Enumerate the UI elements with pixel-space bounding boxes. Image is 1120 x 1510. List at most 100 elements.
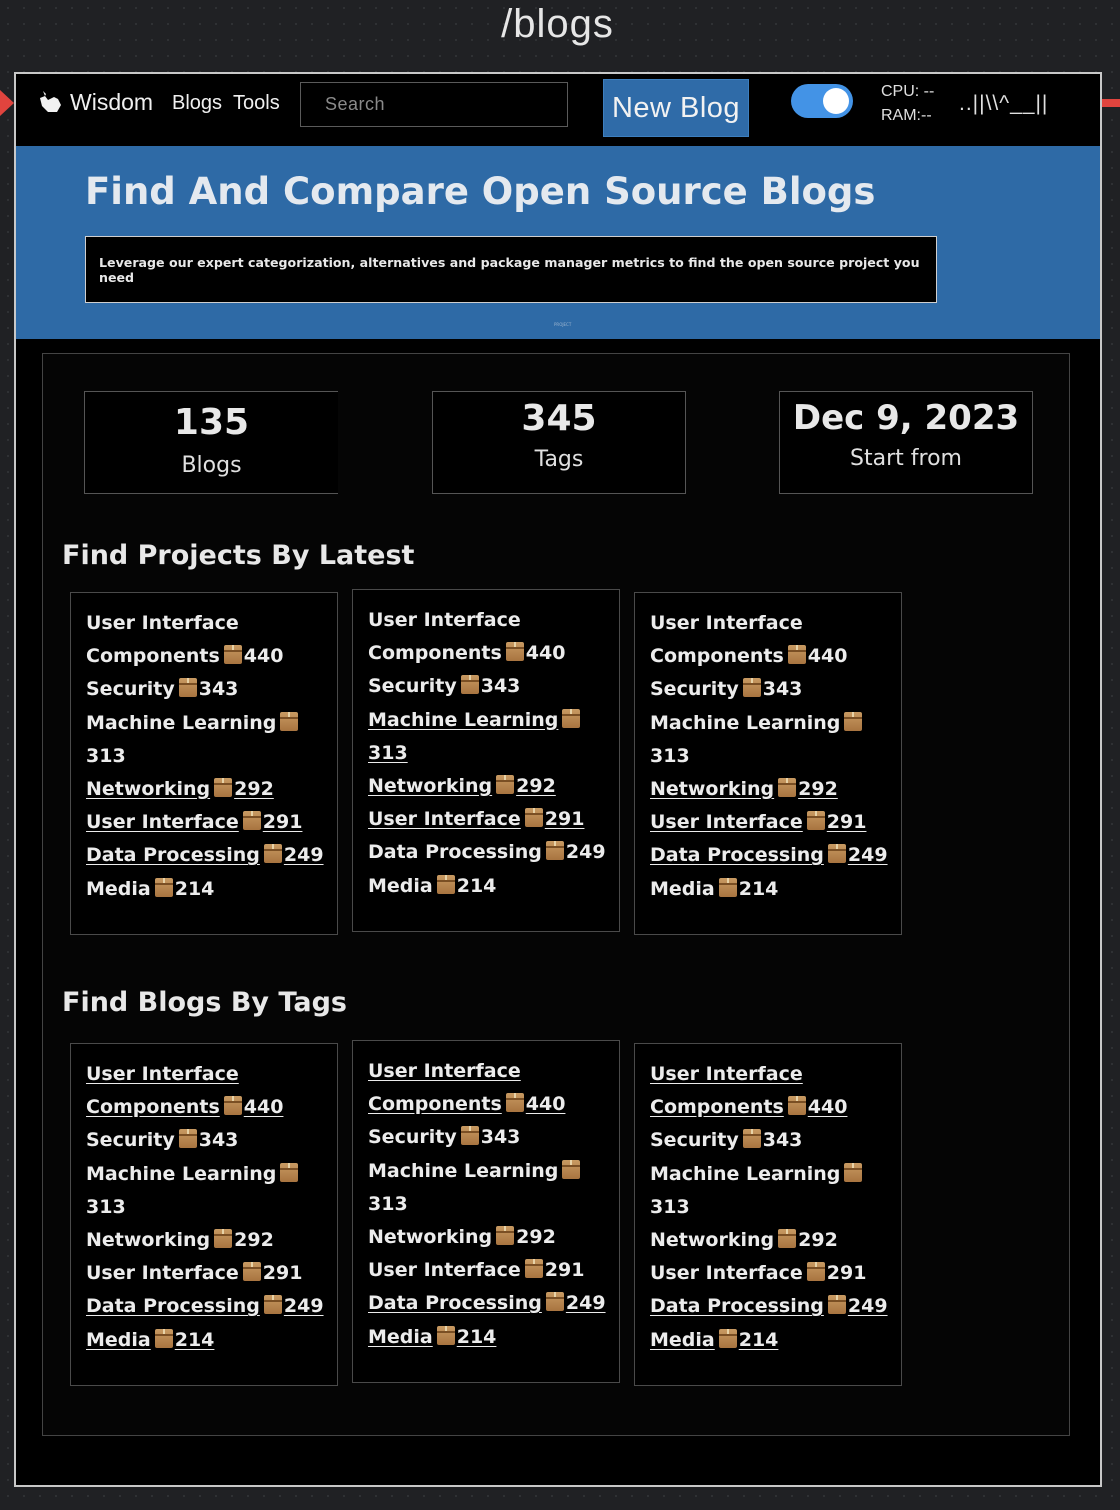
tag-count: 292 — [798, 778, 838, 801]
tag-label: Machine Learning — [650, 1162, 841, 1185]
package-icon — [460, 675, 479, 695]
tag-item[interactable]: User Interface 291 — [368, 803, 613, 836]
tag-item[interactable]: Data Processing 249 — [86, 1290, 331, 1323]
tag-label: Security — [650, 1129, 739, 1152]
section-title-tags: Find Blogs By Tags — [62, 987, 347, 1018]
tag-item[interactable]: Media 214 — [86, 873, 331, 906]
tag-item[interactable]: User Interface Components 440 — [368, 604, 613, 670]
tag-item[interactable]: User Interface Components 440 — [86, 607, 331, 673]
tag-item[interactable]: Machine Learning 313 — [86, 707, 331, 773]
tag-item[interactable]: Security 343 — [368, 670, 613, 703]
package-icon — [496, 1226, 515, 1246]
package-icon — [280, 711, 299, 731]
tag-item[interactable]: Security 343 — [86, 1124, 331, 1157]
tag-count: 313 — [86, 1195, 126, 1218]
tag-item[interactable]: Data Processing 249 — [368, 836, 613, 869]
new-blog-button[interactable]: New Blog — [603, 79, 749, 137]
tag-item[interactable]: Media 214 — [86, 1324, 331, 1357]
tag-item[interactable]: User Interface 291 — [86, 806, 331, 839]
package-icon — [545, 841, 564, 861]
tag-item[interactable]: User Interface 291 — [650, 1257, 895, 1290]
tag-count: 440 — [243, 1096, 284, 1119]
package-icon — [806, 1262, 825, 1282]
hero-banner: Find And Compare Open Source Blogs Lever… — [16, 146, 1100, 339]
tag-label: Data Processing — [650, 1295, 824, 1318]
tag-item[interactable]: User Interface 291 — [650, 806, 895, 839]
tag-label: Security — [86, 678, 175, 701]
nav-link-blogs[interactable]: Blogs — [172, 92, 222, 115]
tag-label: Networking — [86, 1229, 211, 1252]
package-icon — [263, 1295, 282, 1315]
tag-count: 214 — [456, 874, 497, 897]
tag-count: 214 — [174, 877, 215, 900]
tag-item[interactable]: Machine Learning 313 — [368, 1155, 613, 1221]
stat-value: 135 — [173, 402, 250, 443]
tag-count: 291 — [544, 1259, 585, 1282]
tag-list: User Interface Components 440 Security 343 M… — [86, 607, 337, 906]
tag-count: 440 — [525, 642, 566, 665]
theme-toggle[interactable] — [791, 84, 853, 118]
tag-item[interactable]: Security 343 — [650, 673, 895, 706]
tag-item[interactable]: Data Processing 249 — [86, 839, 331, 872]
nav-link-tools[interactable]: Tools — [233, 92, 280, 115]
tag-item[interactable]: Networking 292 — [368, 1221, 613, 1254]
tag-item[interactable]: Security 343 — [86, 673, 331, 706]
logo[interactable]: Wisdom — [36, 88, 153, 116]
tag-item[interactable]: Machine Learning 313 — [650, 707, 895, 773]
tag-label: Security — [368, 1126, 457, 1149]
tag-count: 313 — [650, 1195, 690, 1218]
tag-label: Networking — [650, 1229, 775, 1252]
tag-label: Media — [368, 874, 433, 897]
tag-item[interactable]: Machine Learning 313 — [368, 704, 613, 770]
tag-item[interactable]: Networking 292 — [86, 1224, 331, 1257]
tag-count: 343 — [762, 1129, 803, 1152]
tag-item[interactable]: User Interface 291 — [368, 1254, 613, 1287]
tag-label: Security — [650, 678, 739, 701]
tag-item[interactable]: Media 214 — [368, 870, 613, 903]
package-icon — [827, 844, 846, 864]
tag-item[interactable]: Media 214 — [368, 1321, 613, 1354]
tag-item[interactable]: Networking 292 — [86, 773, 331, 806]
tag-item[interactable]: Networking 292 — [650, 773, 895, 806]
tag-item[interactable]: Networking 292 — [650, 1224, 895, 1257]
tag-count: 343 — [198, 678, 239, 701]
tag-item[interactable]: Data Processing 249 — [368, 1287, 613, 1320]
tag-label: User Interface Components — [86, 1063, 239, 1119]
tag-item[interactable]: Machine Learning 313 — [650, 1158, 895, 1224]
tag-count: 249 — [847, 1295, 888, 1318]
tag-item[interactable]: Data Processing 249 — [650, 839, 895, 872]
tag-list: User Interface Components 440 Security 343 M… — [650, 1058, 901, 1357]
tag-item[interactable]: Security 343 — [368, 1121, 613, 1154]
tag-item[interactable]: Media 214 — [650, 873, 895, 906]
tag-item[interactable]: Media 214 — [650, 1324, 895, 1357]
tag-count: 440 — [525, 1093, 566, 1116]
tag-item[interactable]: Machine Learning 313 — [86, 1158, 331, 1224]
tags-card: User Interface Components 440 Security 343 M… — [70, 1043, 338, 1386]
tag-list: User Interface Components 440 Security 343 M… — [86, 1058, 337, 1357]
package-icon — [562, 1159, 581, 1179]
tag-item[interactable]: Security 343 — [650, 1124, 895, 1157]
tag-list: User Interface Components 440 Security 343 M… — [650, 607, 901, 906]
package-icon — [844, 1162, 863, 1182]
tag-item[interactable]: User Interface 291 — [86, 1257, 331, 1290]
tag-label: User Interface Components — [86, 612, 239, 668]
tag-item[interactable]: User Interface Components 440 — [650, 607, 895, 673]
package-icon — [263, 844, 282, 864]
tag-item[interactable]: Networking 292 — [368, 770, 613, 803]
stat-label: Blogs — [181, 453, 242, 478]
tag-item[interactable]: Data Processing 249 — [650, 1290, 895, 1323]
tag-label: Media — [86, 1328, 151, 1351]
package-icon — [524, 1259, 543, 1279]
tag-count: 343 — [198, 1129, 239, 1152]
tag-count: 291 — [826, 811, 867, 834]
search-input[interactable] — [300, 82, 568, 127]
tag-label: Security — [368, 675, 457, 698]
latest-card: User Interface Components 440 Security 343 M… — [634, 592, 902, 935]
package-icon — [178, 1129, 197, 1149]
stat-card-blogs: 135 Blogs — [84, 391, 338, 494]
tag-item[interactable]: User Interface Components 440 — [650, 1058, 895, 1124]
tag-item[interactable]: User Interface Components 440 — [86, 1058, 331, 1124]
tag-item[interactable]: User Interface Components 440 — [368, 1055, 613, 1121]
tag-list: User Interface Components 440 Security 343 M… — [368, 1055, 619, 1354]
tag-label: User Interface — [368, 1259, 521, 1282]
